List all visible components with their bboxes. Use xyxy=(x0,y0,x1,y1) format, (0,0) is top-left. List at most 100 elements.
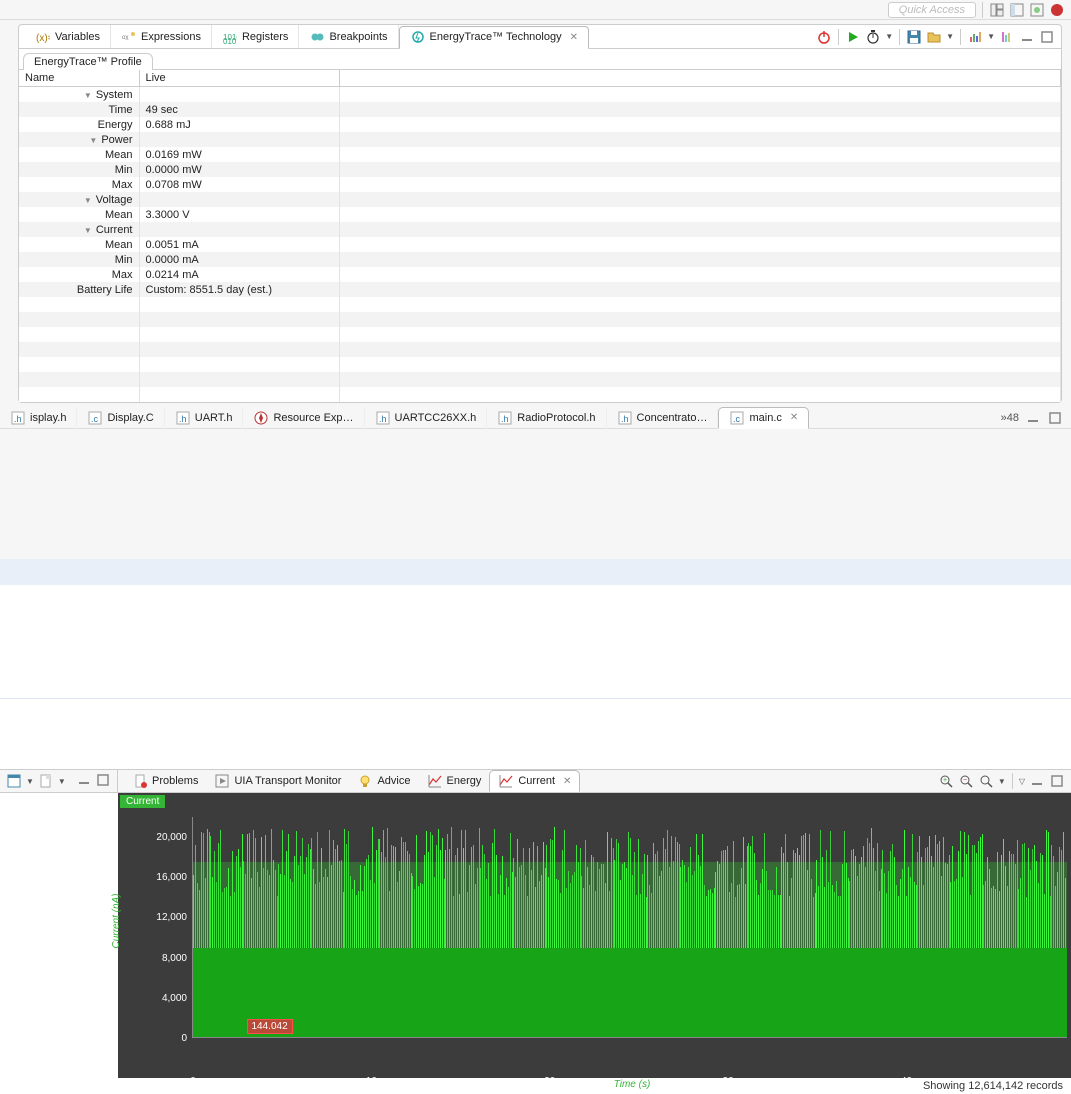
dropdown-caret-icon[interactable]: ▼ xyxy=(946,32,954,41)
table-row[interactable] xyxy=(19,387,1061,402)
bottom-tab-uia-transport-monitor[interactable]: UIA Transport Monitor xyxy=(206,770,349,792)
perspective-icon[interactable] xyxy=(989,2,1005,18)
minimize-icon[interactable] xyxy=(1025,410,1041,426)
table-row[interactable]: System xyxy=(19,87,1061,103)
bottom-tab-label: Problems xyxy=(152,775,198,787)
quick-access-input[interactable]: Quick Access xyxy=(888,2,976,18)
cell-live: 0.0708 mW xyxy=(139,177,339,192)
tab-registers[interactable]: 10100101Registers xyxy=(212,25,299,48)
cell-name: Energy xyxy=(19,117,139,132)
profile-subtab[interactable]: EnergyTrace™ Profile xyxy=(23,53,153,70)
perspective-3-icon[interactable] xyxy=(1029,2,1045,18)
bar-chart-2-icon[interactable] xyxy=(999,29,1015,45)
bottom-tab-energy[interactable]: Energy xyxy=(419,770,490,792)
save-icon[interactable] xyxy=(906,29,922,45)
dropdown-caret-icon[interactable]: ▼ xyxy=(58,777,66,786)
editor-tab-isplay-h[interactable]: .hisplay.h xyxy=(0,407,77,429)
table-row[interactable]: Mean3.3000 V xyxy=(19,207,1061,222)
editor-tab-uartcc26xx-h[interactable]: .hUARTCC26XX.h xyxy=(365,407,488,429)
table-row[interactable]: Current xyxy=(19,222,1061,237)
chart-plot-area[interactable]: 144.042 xyxy=(193,817,1067,1038)
editor-tab-resource-exp-[interactable]: Resource Exp… xyxy=(243,407,364,429)
svg-text:.h: .h xyxy=(501,414,509,424)
bar-chart-icon[interactable] xyxy=(967,29,983,45)
zoom-fit-icon[interactable] xyxy=(978,773,994,789)
maximize-icon[interactable] xyxy=(95,772,111,788)
minimize-icon[interactable] xyxy=(1029,773,1045,789)
editor-tab-overflow[interactable]: »48 xyxy=(1001,412,1019,424)
ytick: 12,000 xyxy=(156,912,187,923)
table-row[interactable] xyxy=(19,342,1061,357)
close-icon[interactable]: ✕ xyxy=(790,412,798,423)
table-row[interactable]: Min0.0000 mW xyxy=(19,162,1061,177)
table-row[interactable]: Mean0.0169 mW xyxy=(19,147,1061,162)
editor-tab-radioprotocol-h[interactable]: .h RadioProtocol.h xyxy=(487,407,606,429)
view-menu-caret-icon[interactable]: ▽ xyxy=(1019,777,1025,786)
table-row[interactable] xyxy=(19,372,1061,387)
table-row[interactable] xyxy=(19,327,1061,342)
zoom-out-icon[interactable]: − xyxy=(958,773,974,789)
play-icon xyxy=(214,773,230,789)
editor-tab-label: RadioProtocol.h xyxy=(517,412,595,424)
power-off-icon[interactable] xyxy=(816,29,832,45)
cell-name: System xyxy=(19,87,139,103)
table-row[interactable] xyxy=(19,297,1061,312)
minimize-icon[interactable] xyxy=(76,772,92,788)
tab-breakpoints[interactable]: Breakpoints xyxy=(299,25,398,48)
new-console-icon[interactable] xyxy=(6,773,22,789)
dropdown-caret-icon[interactable]: ▼ xyxy=(26,777,34,786)
xtick: 30 xyxy=(723,1076,734,1087)
new-file-icon[interactable] xyxy=(38,773,54,789)
table-row[interactable]: Max0.0214 mA xyxy=(19,267,1061,282)
dropdown-caret-icon[interactable]: ▼ xyxy=(885,32,893,41)
profile-table: Name Live SystemTime49 secEnergy0.688 mJ… xyxy=(19,70,1061,402)
editor-tab-label: Resource Exp… xyxy=(273,412,353,424)
bottom-tab-advice[interactable]: Advice xyxy=(349,770,418,792)
tab-expressions[interactable]: ᵒᵡExpressions xyxy=(111,25,212,48)
stop-icon[interactable] xyxy=(1049,2,1065,18)
stopwatch-icon[interactable] xyxy=(865,29,881,45)
table-row[interactable]: Time49 sec xyxy=(19,102,1061,117)
tab-energytrace-technology[interactable]: EnergyTrace™ Technology✕ xyxy=(399,26,589,49)
close-icon[interactable]: ✕ xyxy=(563,776,571,787)
dropdown-caret-icon[interactable]: ▼ xyxy=(987,32,995,41)
editor-tab-concentrato-[interactable]: .hConcentrato… xyxy=(607,407,719,429)
table-row[interactable] xyxy=(19,312,1061,327)
cell-name: Min xyxy=(19,162,139,177)
col-header-name[interactable]: Name xyxy=(19,70,139,87)
cell-name: Mean xyxy=(19,207,139,222)
maximize-icon[interactable] xyxy=(1047,410,1063,426)
close-icon[interactable]: ✕ xyxy=(570,32,578,43)
table-row[interactable]: Energy0.688 mJ xyxy=(19,117,1061,132)
zoom-in-icon[interactable]: + xyxy=(938,773,954,789)
maximize-icon[interactable] xyxy=(1039,29,1055,45)
tab-variables[interactable]: (x)=Variables xyxy=(25,25,111,48)
editor-tab-display-c[interactable]: .cDisplay.C xyxy=(77,407,164,429)
perspective-2-icon[interactable] xyxy=(1009,2,1025,18)
bottom-tab-problems[interactable]: Problems xyxy=(124,770,206,792)
current-chart[interactable]: Current Current (nA) 04,0008,00012,00016… xyxy=(118,793,1071,1078)
breakpoints-icon xyxy=(309,29,325,45)
energy-icon xyxy=(410,29,426,45)
table-row[interactable]: Voltage xyxy=(19,192,1061,207)
editor-body[interactable] xyxy=(0,559,1071,699)
cell-name: Max xyxy=(19,267,139,282)
bottom-tab-current[interactable]: Current✕ xyxy=(489,770,580,792)
table-row[interactable]: Min0.0000 mA xyxy=(19,252,1061,267)
editor-tab-main-c[interactable]: .cmain.c✕ xyxy=(718,407,809,429)
minimize-icon[interactable] xyxy=(1019,29,1035,45)
xtick: 0 xyxy=(190,1076,196,1087)
table-row[interactable]: Battery LifeCustom: 8551.5 day (est.) xyxy=(19,282,1061,297)
play-icon[interactable] xyxy=(845,29,861,45)
table-row[interactable]: Max0.0708 mW xyxy=(19,177,1061,192)
table-row[interactable]: Mean0.0051 mA xyxy=(19,237,1061,252)
cell-name: Time xyxy=(19,102,139,117)
dropdown-caret-icon[interactable]: ▼ xyxy=(998,777,1006,786)
maximize-icon[interactable] xyxy=(1049,773,1065,789)
table-row[interactable]: Power xyxy=(19,132,1061,147)
editor-tab-uart-h[interactable]: .hUART.h xyxy=(165,407,244,429)
table-row[interactable] xyxy=(19,357,1061,372)
open-folder-icon[interactable] xyxy=(926,29,942,45)
chart-y-ticks: 04,0008,00012,00016,00020,000 xyxy=(118,807,193,1078)
col-header-live[interactable]: Live xyxy=(139,70,339,87)
